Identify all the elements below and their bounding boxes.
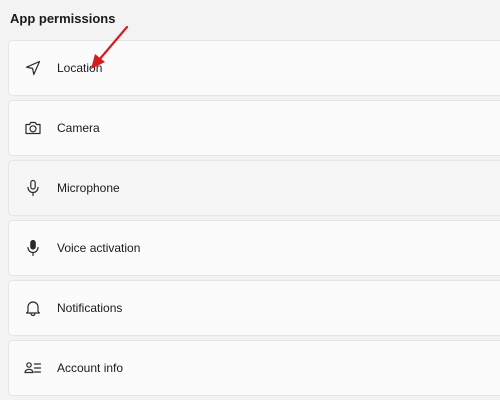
section-title: App permissions [10,11,116,26]
permission-item-voice-activation[interactable]: Voice activation [8,220,500,276]
permission-label-voice-activation: Voice activation [57,241,141,255]
voice-activation-icon [23,238,43,258]
account-info-icon [23,358,43,378]
permission-label-camera: Camera [57,121,100,135]
camera-icon [23,118,43,138]
permission-label-microphone: Microphone [57,181,120,195]
permission-label-notifications: Notifications [57,301,123,315]
location-icon [23,58,43,78]
permissions-list: Location Camera Microphone Voice activat… [8,40,500,400]
permission-item-camera[interactable]: Camera [8,100,500,156]
permission-item-location[interactable]: Location [8,40,500,96]
permission-item-account-info[interactable]: Account info [8,340,500,396]
permission-item-microphone[interactable]: Microphone [8,160,500,216]
permission-label-location: Location [57,61,103,75]
permission-item-notifications[interactable]: Notifications [8,280,500,336]
permission-label-account-info: Account info [57,361,124,375]
microphone-icon [23,178,43,198]
bell-icon [23,298,43,318]
